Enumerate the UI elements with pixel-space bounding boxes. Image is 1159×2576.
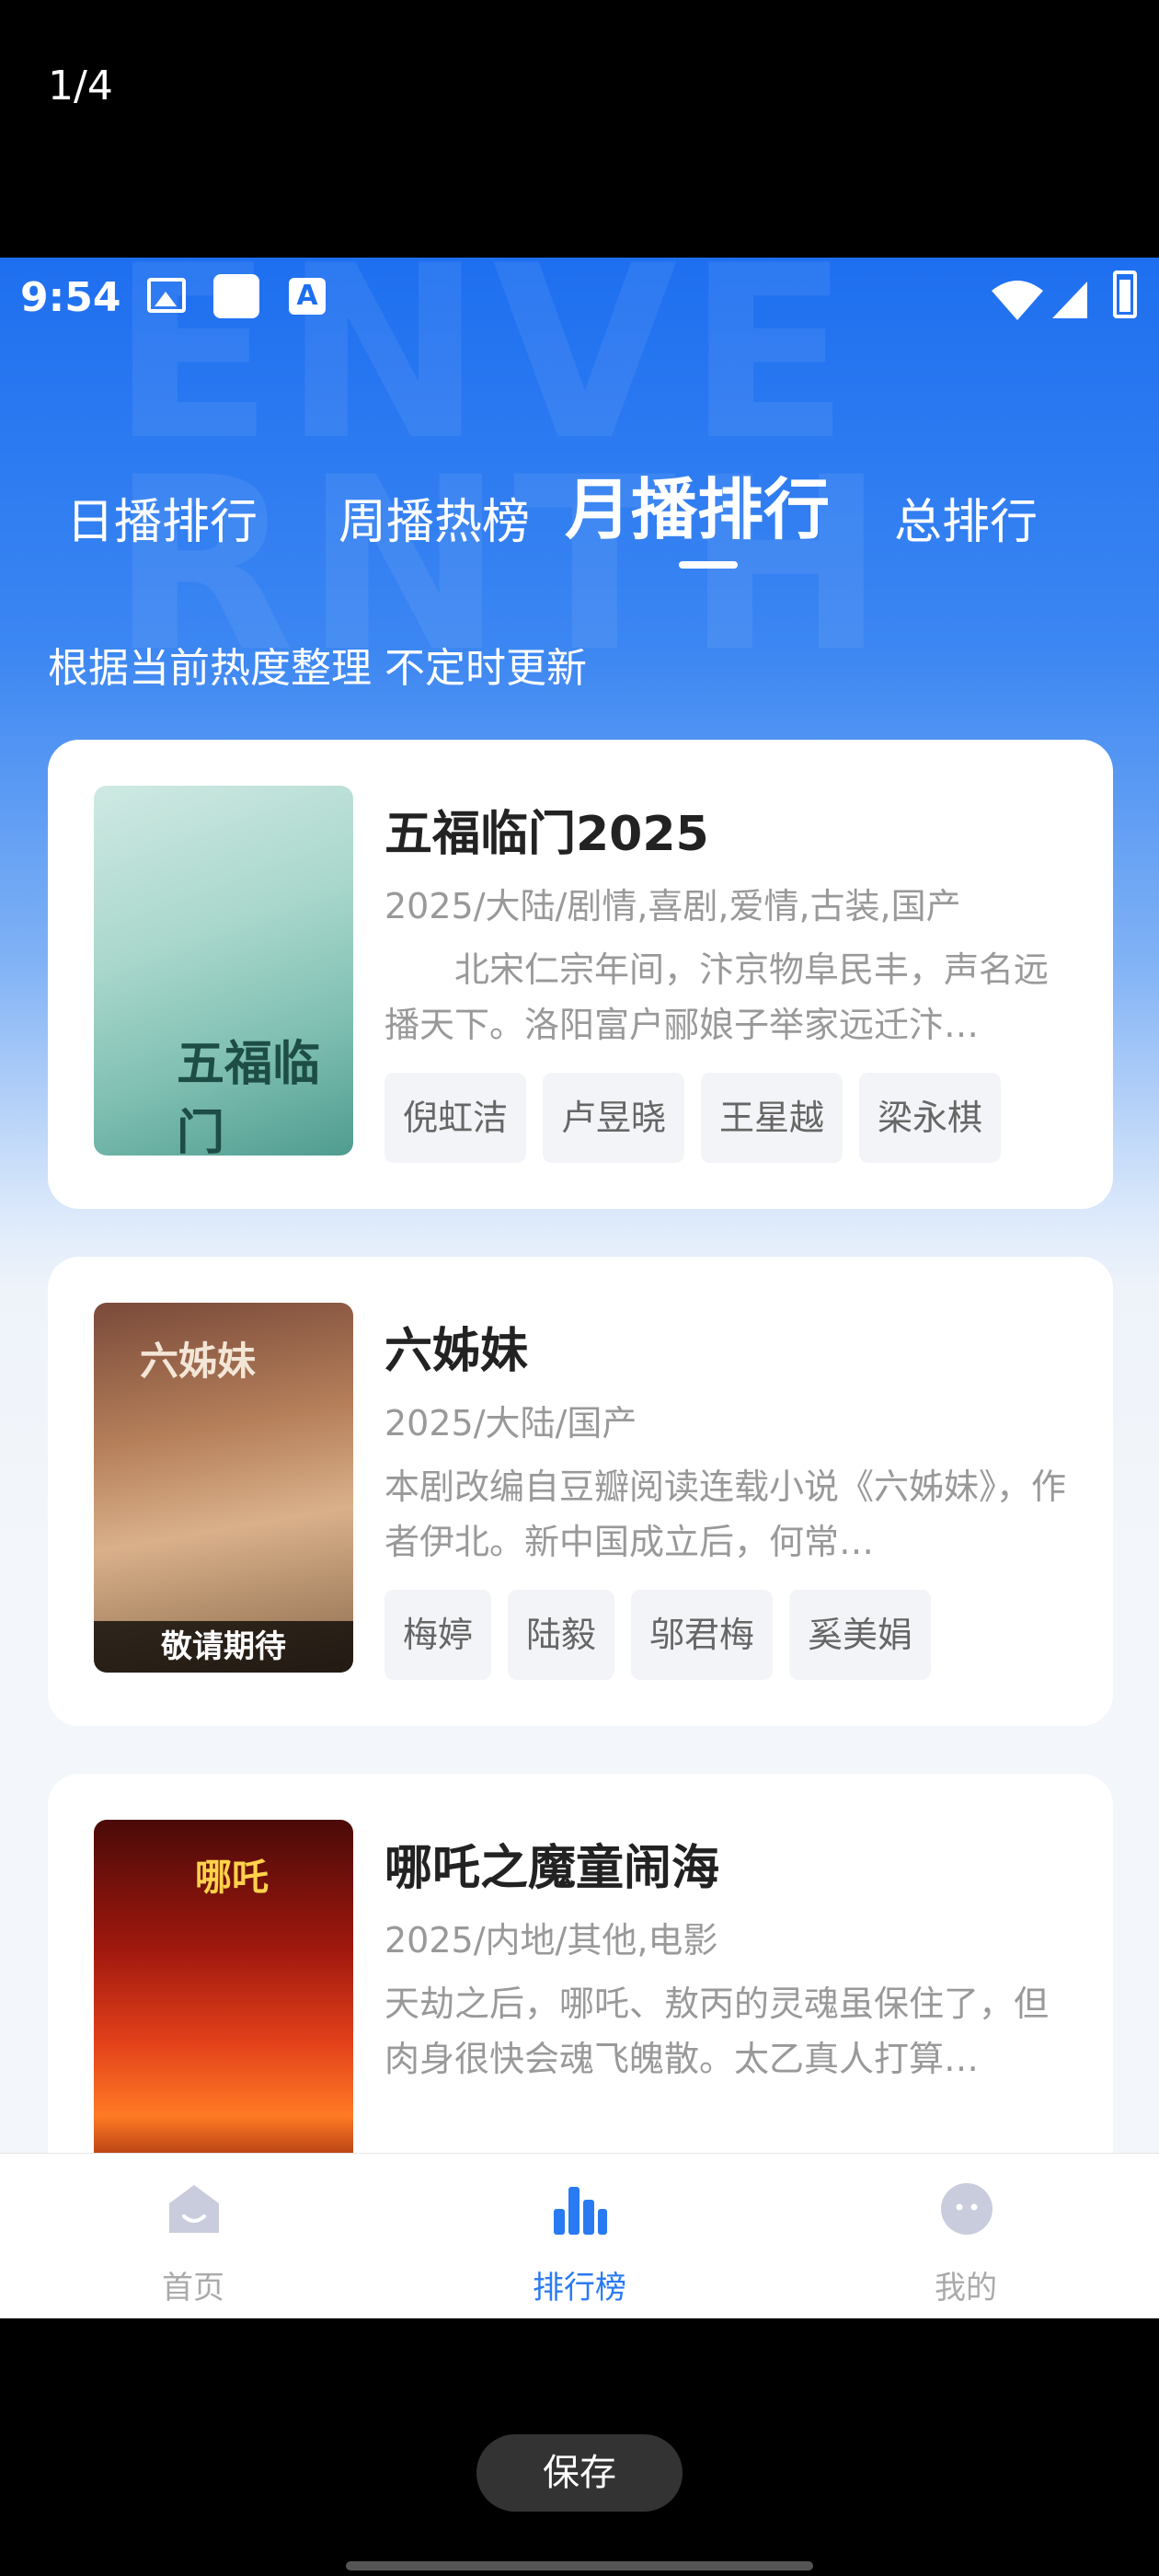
status-time: 9:54 — [20, 274, 121, 321]
tab-overall[interactable]: 总排行 — [894, 483, 1038, 552]
notification-square-icon — [213, 274, 259, 318]
ranking-subtitle: 根据当前热度整理 不定时更新 — [48, 645, 587, 692]
poster-caption: 敬请期待 — [94, 1621, 353, 1673]
status-bar: 9:54 A — [0, 258, 1159, 331]
card-title: 五福临门2025 — [384, 807, 709, 862]
cast-tag[interactable]: 卢昱晓 — [543, 1073, 685, 1163]
image-viewer-top-bar: 1/4 — [0, 0, 1159, 258]
nav-profile[interactable]: 我的 — [773, 2154, 1159, 2318]
poster-image: 六姊妹 敬请期待 — [94, 1303, 353, 1673]
home-indicator[interactable] — [346, 2561, 813, 2570]
card-meta: 2025/大陆/剧情,喜剧,爱情,古装,国产 — [384, 886, 961, 926]
card-meta: 2025/大陆/国产 — [384, 1403, 637, 1443]
image-viewer-bottom-bar: 保存 — [0, 2318, 1159, 2576]
signal-icon — [1052, 282, 1087, 318]
poster-title: 六姊妹 — [140, 1339, 257, 1384]
battery-icon — [1113, 270, 1137, 318]
poster-title: 五福临门 — [177, 1037, 321, 1156]
drama-card-2[interactable]: 六姊妹 敬请期待 六姊妹 2025/大陆/国产 本剧改编自豆瓣阅读连载小说《六姊… — [48, 1257, 1113, 1726]
active-tab-indicator — [679, 561, 738, 569]
phone-screen: ENVE RNTH 9:54 A 日播排行 周播热榜 月播排行 总排行 根据当前热… — [0, 258, 1159, 2318]
card-description: 北宋仁宗年间，汴京物阜民丰，声名远播天下。洛阳富户郦娘子举家远迁汴… — [384, 949, 1050, 1045]
card-meta: 2025/内地/其他,电影 — [384, 1920, 718, 1961]
cast-tag[interactable]: 陆毅 — [508, 1590, 615, 1680]
tab-monthly[interactable]: 月播排行 — [565, 455, 830, 552]
card-description: 天劫之后，哪吒、敖丙的灵魂虽保住了，但肉身很快会魂飞魄散。太乙真人打算… — [384, 1984, 1050, 2079]
bottom-navigation: 首页 排行榜 我的 — [0, 2153, 1159, 2318]
nav-home-label: 首页 — [162, 2270, 224, 2306]
cast-tag[interactable]: 梅婷 — [384, 1590, 492, 1680]
nav-profile-label: 我的 — [935, 2270, 997, 2306]
cast-tag[interactable]: 奚美娟 — [789, 1590, 932, 1680]
poster-title: 哪吒 — [195, 1857, 269, 1899]
card-title: 六姊妹 — [384, 1324, 529, 1379]
card-description: 本剧改编自豆瓣阅读连载小说《六姊妹》，作者伊北。新中国成立后，何常… — [384, 1466, 1067, 1562]
tab-daily[interactable]: 日播排行 — [66, 483, 258, 552]
cast-tag[interactable]: 邬君梅 — [631, 1590, 774, 1680]
keyboard-a-icon: A — [289, 278, 326, 315]
save-button[interactable]: 保存 — [476, 2434, 683, 2512]
gallery-icon — [147, 278, 186, 313]
nav-ranking-label: 排行榜 — [533, 2270, 626, 2306]
ranking-tabs: 日播排行 周播热榜 月播排行 总排行 — [0, 451, 1159, 552]
nav-ranking[interactable]: 排行榜 — [386, 2154, 773, 2318]
bar-chart-icon — [554, 2187, 607, 2235]
cast-tag[interactable]: 王星越 — [701, 1073, 843, 1163]
cast-tags: 倪虹洁 卢昱晓 王星越 梁永棋 — [384, 1073, 1002, 1163]
poster-image: 五福临门 — [94, 786, 353, 1156]
wifi-icon — [992, 281, 1043, 320]
drama-card-1[interactable]: 五福临门 五福临门2025 2025/大陆/剧情,喜剧,爱情,古装,国产 北宋仁… — [48, 740, 1113, 1209]
page-counter: 1/4 — [48, 63, 113, 109]
home-icon — [169, 2185, 219, 2233]
profile-icon — [941, 2183, 993, 2235]
card-title: 哪吒之魔童闹海 — [384, 1841, 720, 1896]
tab-weekly[interactable]: 周播热榜 — [339, 483, 530, 552]
cast-tag[interactable]: 梁永棋 — [859, 1073, 1002, 1163]
nav-home[interactable]: 首页 — [0, 2154, 386, 2318]
cast-tag[interactable]: 倪虹洁 — [384, 1073, 527, 1163]
poster-image: 哪吒 — [94, 1820, 353, 2190]
cast-tags: 梅婷 陆毅 邬君梅 奚美娟 — [384, 1590, 932, 1680]
